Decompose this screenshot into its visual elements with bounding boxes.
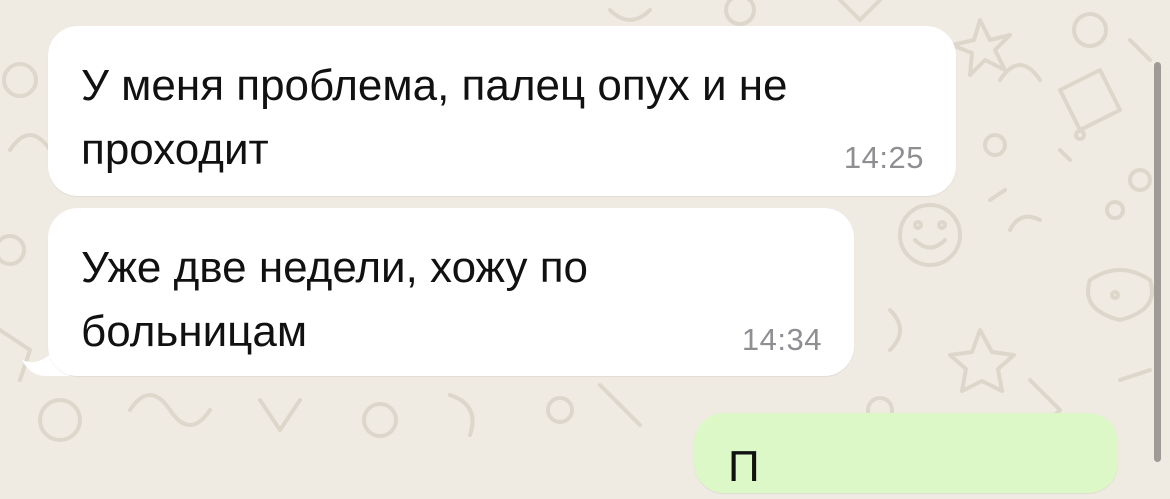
message-text: Уже две недели, хожу по больницам bbox=[81, 243, 588, 356]
message-text: У меня проблема, палец опух и не проходи… bbox=[81, 61, 788, 174]
message-bubble-incoming[interactable]: Уже две недели, хожу по больницам 14:34 bbox=[48, 208, 854, 376]
message-bubble-incoming[interactable]: У меня проблема, палец опух и не проходи… bbox=[48, 26, 956, 196]
chat-scrollbar[interactable] bbox=[1154, 62, 1161, 462]
message-bubble-outgoing[interactable]: П bbox=[694, 413, 1118, 493]
message-text: П bbox=[728, 442, 760, 491]
message-timestamp: 14:25 bbox=[843, 140, 924, 175]
message-timestamp: 14:34 bbox=[741, 322, 822, 357]
